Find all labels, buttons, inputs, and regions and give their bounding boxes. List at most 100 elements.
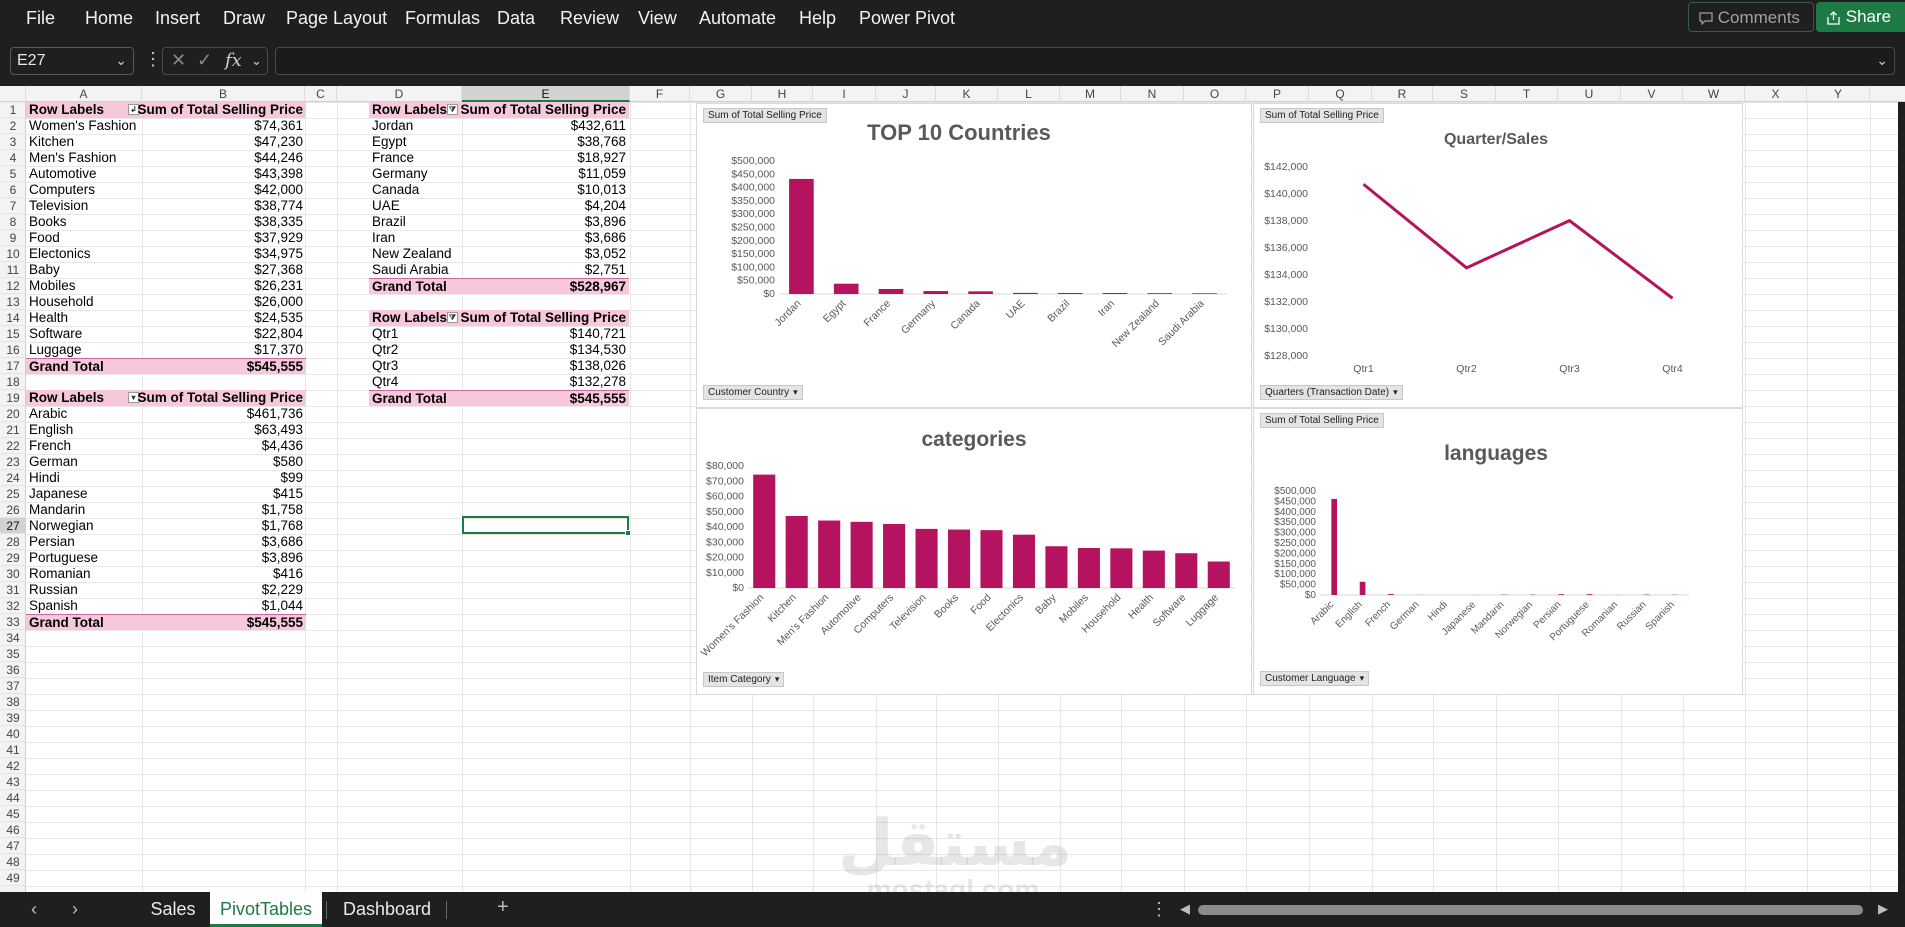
chart-languages[interactable]: languages $0 $50,000 $100,000 $150,000 $200,0… xyxy=(1253,408,1743,695)
axis-field-button[interactable]: Item Category ▾ xyxy=(703,672,785,687)
chevron-down-icon[interactable]: ▾ xyxy=(793,387,798,397)
row-header-42[interactable]: 42 xyxy=(0,758,26,774)
pivot-grand-total-row[interactable]: Grand Total $545,555 xyxy=(369,390,629,406)
filter-dropdown-icon[interactable]: ⧩ xyxy=(447,104,458,115)
pivot-row[interactable]: Food $37,929 xyxy=(26,230,306,246)
pivot-row[interactable]: Hindi $99 xyxy=(26,470,306,486)
menu-file[interactable]: File xyxy=(26,8,55,29)
row-header-43[interactable]: 43 xyxy=(0,774,26,790)
sheet-tab-pivottables[interactable]: PivotTables xyxy=(210,892,322,927)
pivot-row[interactable]: Japanese $415 xyxy=(26,486,306,502)
row-header-3[interactable]: 3 xyxy=(0,134,26,150)
column-header-j[interactable]: J xyxy=(876,86,936,102)
row-header-46[interactable]: 46 xyxy=(0,822,26,838)
pivot-row[interactable]: Arabic $461,736 xyxy=(26,406,306,422)
column-header-c[interactable]: C xyxy=(305,86,337,102)
axis-field-button[interactable]: Quarters (Transaction Date) ▾ xyxy=(1260,385,1403,400)
row-header-44[interactable]: 44 xyxy=(0,790,26,806)
pivot-row[interactable]: Portuguese $3,896 xyxy=(26,550,306,566)
menu-view[interactable]: View xyxy=(638,8,677,29)
row-header-4[interactable]: 4 xyxy=(0,150,26,166)
pivot-header-row[interactable]: Row Labels ⧩ Sum of Total Selling Price xyxy=(369,310,629,326)
menu-home[interactable]: Home xyxy=(85,8,133,29)
pivot-row[interactable]: UAE $4,204 xyxy=(369,198,629,214)
row-header-38[interactable]: 38 xyxy=(0,694,26,710)
column-header-o[interactable]: O xyxy=(1184,86,1246,102)
chevron-left-icon[interactable]: ‹ xyxy=(31,899,37,920)
row-header-45[interactable]: 45 xyxy=(0,806,26,822)
row-header-39[interactable]: 39 xyxy=(0,710,26,726)
chart-categories[interactable]: categories $0 $10,000 $20,000 $30,000 $40,000… xyxy=(696,408,1252,695)
pivot-row[interactable]: Qtr4 $132,278 xyxy=(369,374,629,390)
plus-icon[interactable]: + xyxy=(497,896,509,919)
row-header-32[interactable]: 32 xyxy=(0,598,26,614)
row-header-31[interactable]: 31 xyxy=(0,582,26,598)
row-header-26[interactable]: 26 xyxy=(0,502,26,518)
pivot-row[interactable]: Egypt $38,768 xyxy=(369,134,629,150)
row-header-24[interactable]: 24 xyxy=(0,470,26,486)
pivot-row[interactable]: Automotive $43,398 xyxy=(26,166,306,182)
row-header-28[interactable]: 28 xyxy=(0,534,26,550)
pivot-row[interactable]: Brazil $3,896 xyxy=(369,214,629,230)
pivot-row[interactable]: Luggage $17,370 xyxy=(26,342,306,358)
scroll-left-icon[interactable]: ◀ xyxy=(1180,901,1190,917)
formula-input[interactable]: ⌄ xyxy=(275,47,1895,75)
row-header-2[interactable]: 2 xyxy=(0,118,26,134)
row-header-14[interactable]: 14 xyxy=(0,310,26,326)
row-header-36[interactable]: 36 xyxy=(0,662,26,678)
column-header-l[interactable]: L xyxy=(998,86,1060,102)
row-header-6[interactable]: 6 xyxy=(0,182,26,198)
chart-top-countries[interactable]: TOP 10 Countries $0 $50,000 $100,000 $150,00… xyxy=(696,103,1252,408)
row-header-15[interactable]: 15 xyxy=(0,326,26,342)
column-header-h[interactable]: H xyxy=(752,86,813,102)
pivot-row[interactable]: Spanish $1,044 xyxy=(26,598,306,614)
pivot-row[interactable]: Jordan $432,611 xyxy=(369,118,629,134)
chevron-down-icon[interactable]: ⌄ xyxy=(251,53,262,69)
row-header-11[interactable]: 11 xyxy=(0,262,26,278)
column-header-g[interactable]: G xyxy=(690,86,752,102)
menu-draw[interactable]: Draw xyxy=(223,8,265,29)
row-header-10[interactable]: 10 xyxy=(0,246,26,262)
row-header-19[interactable]: 19 xyxy=(0,390,26,406)
more-options-icon[interactable]: ⋮ xyxy=(1150,899,1168,920)
menu-insert[interactable]: Insert xyxy=(155,8,200,29)
row-header-29[interactable]: 29 xyxy=(0,550,26,566)
row-header-49[interactable]: 49 xyxy=(0,870,26,886)
pivot-row[interactable]: France $18,927 xyxy=(369,150,629,166)
menu-page-layout[interactable]: Page Layout xyxy=(286,8,387,29)
row-header-47[interactable]: 47 xyxy=(0,838,26,854)
chevron-down-icon[interactable]: ▾ xyxy=(775,674,780,684)
column-header-v[interactable]: V xyxy=(1621,86,1683,102)
row-header-20[interactable]: 20 xyxy=(0,406,26,422)
cancel-icon[interactable]: ✕ xyxy=(171,50,186,71)
pivot-row[interactable]: Romanian $416 xyxy=(26,566,306,582)
pivot-row[interactable]: Norwegian $1,768 xyxy=(26,518,306,534)
pivot-row[interactable]: Books $38,335 xyxy=(26,214,306,230)
comments-button[interactable]: Comments xyxy=(1688,2,1814,32)
row-header-48[interactable]: 48 xyxy=(0,854,26,870)
name-box[interactable]: E27 ⌄ xyxy=(10,47,134,75)
menu-formulas[interactable]: Formulas xyxy=(405,8,480,29)
pivot-grand-total-row[interactable]: Grand Total $545,555 xyxy=(26,358,306,374)
column-header-w[interactable]: W xyxy=(1683,86,1745,102)
row-header-37[interactable]: 37 xyxy=(0,678,26,694)
row-header-18[interactable]: 18 xyxy=(0,374,26,390)
more-options-icon[interactable]: ⋮ xyxy=(144,49,162,70)
pivot-row[interactable]: Qtr2 $134,530 xyxy=(369,342,629,358)
column-header-a[interactable]: A xyxy=(26,86,142,102)
share-button[interactable]: Share xyxy=(1816,2,1905,32)
value-field-button[interactable]: Sum of Total Selling Price xyxy=(1260,108,1384,123)
pivot-row[interactable]: Household $26,000 xyxy=(26,294,306,310)
column-header-b[interactable]: B xyxy=(142,86,305,102)
column-header-p[interactable]: P xyxy=(1246,86,1309,102)
column-header-k[interactable]: K xyxy=(936,86,998,102)
pivot-row[interactable]: Qtr3 $138,026 xyxy=(369,358,629,374)
pivot-row[interactable]: Baby $27,368 xyxy=(26,262,306,278)
pivot-row[interactable]: Women's Fashion $74,361 xyxy=(26,118,306,134)
pivot-row[interactable]: Saudi Arabia $2,751 xyxy=(369,262,629,278)
row-header-30[interactable]: 30 xyxy=(0,566,26,582)
pivot-row[interactable]: French $4,436 xyxy=(26,438,306,454)
selected-cell[interactable] xyxy=(462,516,631,536)
pivot-row[interactable]: Software $22,804 xyxy=(26,326,306,342)
row-header-33[interactable]: 33 xyxy=(0,614,26,630)
